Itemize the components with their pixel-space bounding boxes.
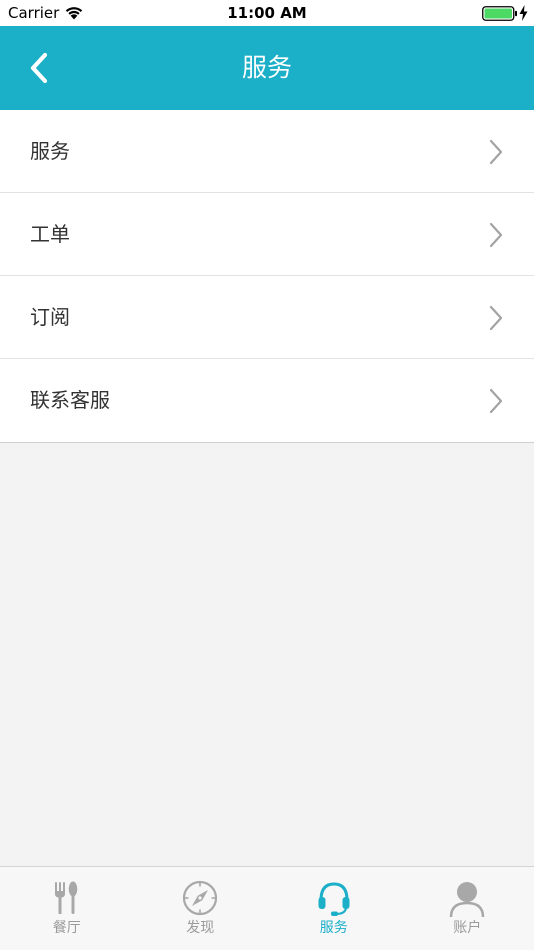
chevron-right-icon	[489, 388, 503, 414]
tab-label: 服务	[319, 920, 348, 936]
menu-item-service[interactable]: 服务	[0, 110, 534, 193]
menu-item-label: 工单	[30, 222, 70, 246]
compass-icon	[183, 880, 218, 916]
charging-bolt-icon	[519, 5, 528, 21]
chevron-right-icon	[489, 139, 503, 165]
tab-service[interactable]: 服务	[267, 867, 401, 950]
tab-label: 发现	[186, 920, 215, 936]
tab-restaurant[interactable]: 餐厅	[0, 867, 134, 950]
menu-item-label: 服务	[30, 139, 70, 163]
service-menu-list: 服务 工单 订阅 联系客服	[0, 110, 534, 443]
back-button[interactable]	[14, 40, 64, 96]
page-title: 服务	[241, 53, 292, 82]
tab-label: 餐厅	[52, 920, 81, 936]
menu-item-subscription[interactable]: 订阅	[0, 276, 534, 359]
status-bar: Carrier 11:00 AM	[0, 0, 534, 26]
clock: 11:00 AM	[227, 4, 307, 22]
menu-item-work-order[interactable]: 工单	[0, 193, 534, 276]
tab-label: 账户	[453, 920, 482, 936]
menu-item-label: 联系客服	[30, 388, 110, 412]
chevron-right-icon	[489, 305, 503, 331]
menu-item-label: 订阅	[30, 305, 70, 329]
fork-spoon-icon	[54, 881, 78, 914]
user-icon	[450, 882, 485, 917]
headset-icon	[318, 882, 350, 916]
tab-bar: 餐厅 发现 服务 账户	[0, 866, 534, 950]
battery-icon	[482, 6, 517, 21]
chevron-left-icon	[30, 52, 48, 84]
tab-discover[interactable]: 发现	[134, 867, 268, 950]
chevron-right-icon	[489, 222, 503, 248]
menu-item-contact-support[interactable]: 联系客服	[0, 359, 534, 442]
navigation-bar: 服务	[0, 26, 534, 110]
tab-account[interactable]: 账户	[401, 867, 534, 950]
